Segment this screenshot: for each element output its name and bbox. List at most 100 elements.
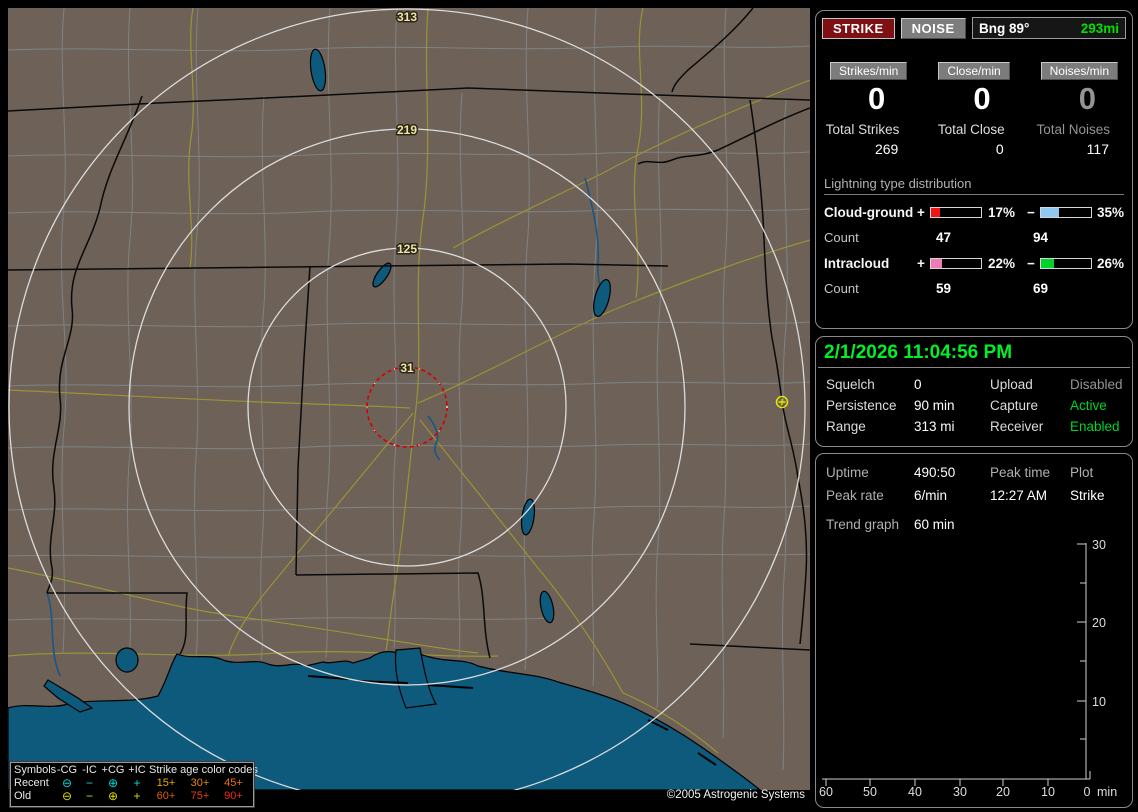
count-label: Count [824,280,859,296]
x-tick-0: 0 [1084,785,1091,799]
total-noises-value: 117 [1086,140,1109,157]
strikes-per-min-chip[interactable]: Strikes/min [829,62,908,80]
x-tick-50: 50 [863,785,877,799]
age-code-30: 30+ [190,777,210,789]
trend-axes [822,543,1091,786]
persistence-label: Persistence [826,398,897,413]
map-legend: Symbols -CG -IC +CG +IC Strike age color… [9,761,258,808]
strikes-counter: Strikes/min 0 Total Strikes 269 [816,62,921,157]
ring-label-125: 125 [397,242,417,256]
cg-positive-bar [930,207,982,219]
y-tick-30: 30 [1092,538,1106,552]
peak-rate-label: Peak rate [826,488,884,503]
x-tick-60: 60 [819,785,833,799]
ic-negative-count: 69 [1033,280,1049,296]
intracloud-label: Intracloud [824,256,890,272]
ic-positive-pct: 22% [988,256,1016,272]
receiver-label: Receiver [990,419,1044,434]
total-strikes-label: Total Strikes [825,121,900,137]
age-code-15: 15+ [156,777,176,789]
clock-status-panel: 2/1/2026 11:04:56 PM Squelch 0 Upload Di… [815,336,1133,447]
old-neg-cg-icon: ⊖ [61,789,73,803]
ic-positive-count: 59 [936,280,952,296]
x-tick-40: 40 [908,785,922,799]
ring-label-219: 219 [397,123,417,137]
peak-time-label: Peak time [990,465,1051,480]
plot-label: Plot [1070,465,1094,480]
bearing-distance: 293mi [1080,20,1119,36]
cg-negative-bar-fill [1041,208,1059,218]
cg-negative-pct: 35% [1097,205,1125,221]
trend-graph: 30 20 10 60 50 40 30 20 10 0 min [819,538,1117,799]
x-tick-20: 20 [996,785,1010,799]
total-close-label: Total Close [937,121,1005,137]
bearing-readout: Bng 89° 293mi [972,17,1126,39]
upload-label: Upload [990,377,1033,392]
age-code-60: 60+ [156,790,176,802]
old-pos-ic-icon: + [133,789,141,803]
close-counter: Close/min 0 Total Close 0 [921,62,1026,157]
noises-per-min-value: 0 [1078,81,1096,116]
radar-map[interactable]: 313 219 125 31 [8,8,810,790]
receiver-status: Enabled [1070,419,1120,434]
session-stats: Uptime 490:50 Peak time Plot Peak rate 6… [816,454,1132,532]
rate-counters: Strikes/min 0 Total Strikes 269 Close/mi… [816,62,1132,157]
age-code-90: 90+ [224,790,243,802]
lightning-distribution: Lightning type distribution Cloud-ground… [816,176,1132,296]
close-per-min-chip[interactable]: Close/min [938,62,1010,80]
x-tick-30: 30 [953,785,967,799]
legend-age-title: Strike age color codes [149,764,258,776]
ring-label-313: 313 [397,10,417,24]
y-tick-10: 10 [1092,695,1106,709]
squelch-value: 0 [914,377,922,392]
cg-positive-count: 47 [936,229,952,245]
ic-negative-bar-fill [1041,259,1054,269]
noise-tab-button[interactable]: NOISE [900,17,966,39]
ic-negative-pct: 26% [1097,256,1125,272]
cg-positive-pct: 17% [988,205,1016,221]
plus-sign: + [917,256,925,272]
cg-negative-bar [1040,207,1092,219]
uptime-label: Uptime [826,465,869,480]
count-label: Count [824,229,859,245]
minus-sign: − [1027,256,1035,272]
legend-recent-label: Recent [14,777,49,789]
strike-stats-panel: STRIKE NOISE Bng 89° 293mi Strikes/min 0… [815,10,1133,329]
cg-positive-bar-fill [931,208,940,218]
legend-symbols-header: Symbols [14,764,57,776]
bearing-label: Bng 89° [979,20,1030,36]
strikes-per-min-value: 0 [868,81,886,116]
uptime-value: 490:50 [914,465,956,480]
persistence-value: 90 min [914,398,955,413]
age-code-45: 45+ [224,777,243,789]
intracloud-row: Intracloud + 22% − 26% [824,256,1124,272]
total-strikes-value: 269 [874,140,899,157]
strike-tab-button[interactable]: STRIKE [822,17,895,39]
ring-label-31: 31 [400,361,414,375]
stats-trend-panel: Uptime 490:50 Peak time Plot Peak rate 6… [815,453,1133,808]
upload-status: Disabled [1070,377,1123,392]
copyright-text: ©2005 Astrogenic Systems [666,789,805,801]
intracloud-count-row: Count 59 69 [824,281,1124,296]
peak-time-value: 12:27 AM [990,488,1048,503]
status-grid: Squelch 0 Upload Disabled Persistence 90… [816,368,1132,434]
ic-positive-bar-fill [931,259,942,269]
age-code-75: 75+ [190,790,210,802]
distribution-title: Lightning type distribution [824,176,1124,195]
legend-old-label: Old [14,790,32,802]
datetime-readout: 2/1/2026 11:04:56 PM [824,342,1013,363]
noises-counter: Noises/min 0 Total Noises 117 [1027,62,1132,157]
ic-positive-bar [930,258,982,270]
ic-negative-bar [1040,258,1092,270]
noises-per-min-chip[interactable]: Noises/min [1040,62,1118,80]
total-close-value: 0 [995,140,1004,157]
range-value: 313 mi [914,419,955,434]
old-pos-cg-icon: ⊕ [107,789,119,803]
capture-status: Active [1070,398,1107,413]
x-axis-unit: min [1097,785,1117,799]
close-per-min-value: 0 [973,81,991,116]
range-label: Range [826,419,866,434]
app-window: 313 219 125 31 Symbols -CG -IC +CG +IC S… [0,0,1138,812]
x-tick-10: 10 [1041,785,1055,799]
plot-value: Strike [1070,488,1105,503]
